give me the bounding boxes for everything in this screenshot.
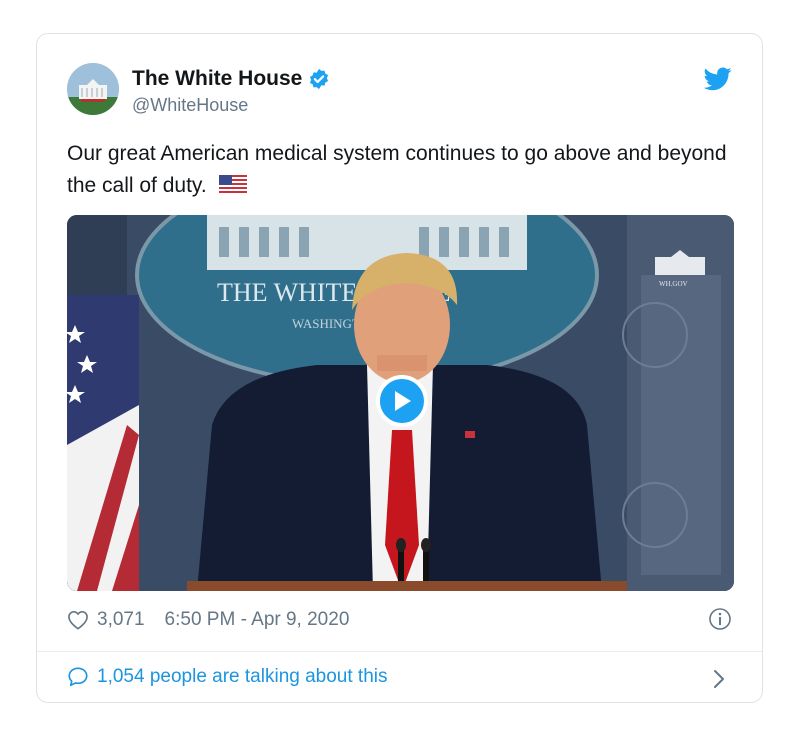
- tweet-text-body: Our great American medical system contin…: [67, 142, 727, 197]
- watermark-text: WH.GOV: [659, 280, 688, 288]
- conversation-link[interactable]: 1,054 people are talking about this: [67, 666, 388, 688]
- divider: [37, 651, 762, 652]
- author-handle[interactable]: @WhiteHouse: [132, 95, 248, 116]
- author-name[interactable]: The White House: [132, 67, 330, 91]
- podium: [187, 581, 627, 591]
- play-button[interactable]: [376, 375, 428, 427]
- speech-bubble-icon: [68, 667, 88, 687]
- play-icon: [395, 391, 411, 411]
- tweet-card[interactable]: The White House @WhiteHouse Our great Am…: [36, 33, 763, 703]
- tweet-text: Our great American medical system contin…: [67, 138, 737, 202]
- author-name-label[interactable]: The White House: [132, 67, 302, 91]
- us-flag-icon: [218, 175, 247, 195]
- info-icon[interactable]: [708, 607, 732, 631]
- chevron-right-icon[interactable]: [712, 668, 726, 690]
- heart-icon[interactable]: [67, 610, 89, 630]
- author-avatar[interactable]: [67, 63, 119, 115]
- tweet-timestamp[interactable]: 6:50 PM - Apr 9, 2020: [165, 609, 350, 631]
- twitter-bird-icon[interactable]: [704, 67, 732, 91]
- american-flag: [67, 295, 139, 591]
- like-count[interactable]: 3,071: [97, 609, 145, 631]
- conversation-label[interactable]: 1,054 people are talking about this: [97, 666, 388, 688]
- tweet-meta: 3,071 6:50 PM - Apr 9, 2020: [67, 609, 349, 631]
- video-player[interactable]: THE WHITE HOUSE WASHINGTON WH.GOV: [67, 215, 734, 591]
- verified-badge-icon: [310, 68, 329, 90]
